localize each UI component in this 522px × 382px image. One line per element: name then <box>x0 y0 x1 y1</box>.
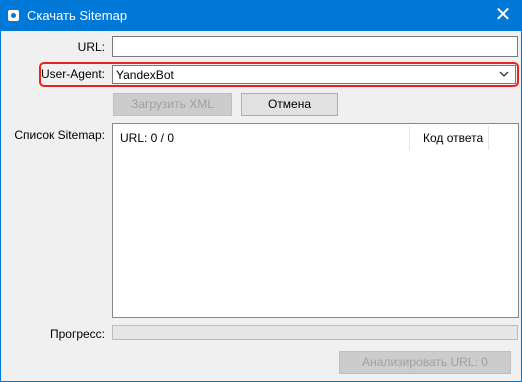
user-agent-label: User-Agent: <box>40 67 105 81</box>
window-title: Скачать Sitemap <box>27 8 128 23</box>
app-icon <box>8 10 19 21</box>
url-label: URL: <box>77 40 105 54</box>
progress-label: Прогресс: <box>49 327 105 341</box>
chevron-down-icon[interactable] <box>498 67 510 81</box>
close-icon[interactable]: ✕ <box>485 1 521 31</box>
column-divider[interactable] <box>488 126 489 150</box>
column-header-response-code[interactable]: Код ответа <box>423 131 483 145</box>
column-divider[interactable] <box>409 126 410 150</box>
url-input[interactable] <box>112 36 518 57</box>
cancel-button[interactable]: Отмена <box>241 93 338 116</box>
analyze-urls-button[interactable]: Анализировать URL: 0 <box>339 351 511 374</box>
title-bar: Скачать Sitemap ✕ <box>1 1 521 31</box>
sitemap-dialog: Скачать Sitemap ✕ URL: User-Agent: Yande… <box>0 0 522 382</box>
user-agent-select[interactable]: YandexBot <box>112 65 516 84</box>
column-header-url[interactable]: URL: 0 / 0 <box>120 131 174 145</box>
user-agent-value: YandexBot <box>116 68 174 82</box>
progress-bar <box>112 325 518 340</box>
sitemap-list-label: Список Sitemap: <box>14 128 105 142</box>
load-xml-button[interactable]: Загрузить XML <box>113 93 232 116</box>
sitemap-list[interactable]: URL: 0 / 0 Код ответа <box>112 123 519 318</box>
